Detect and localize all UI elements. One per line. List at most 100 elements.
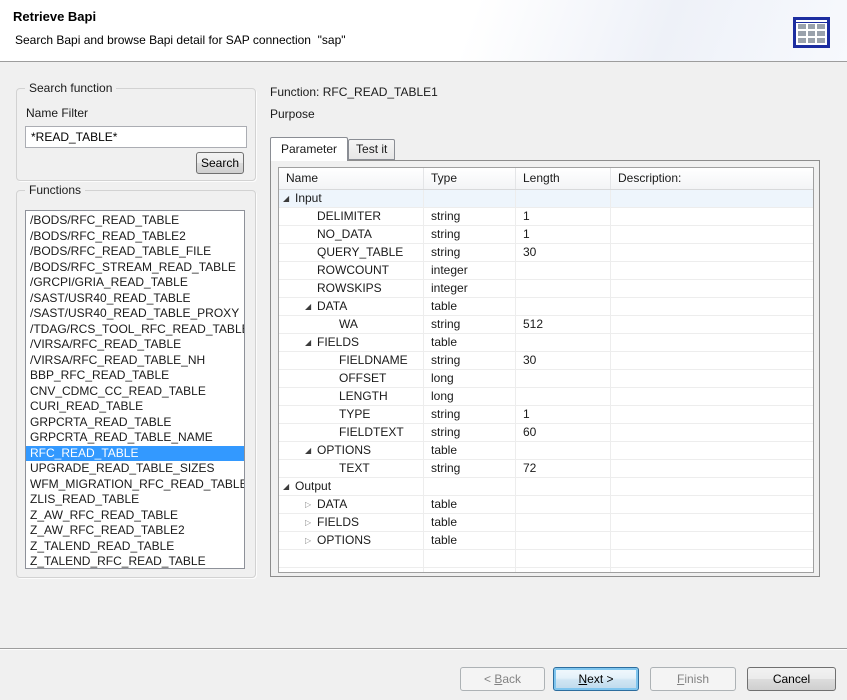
param-name: QUERY_TABLE [317, 245, 403, 259]
list-item[interactable]: Z_TALEND_READ_TABLE [26, 539, 244, 555]
param-length-cell: 60 [516, 424, 611, 441]
param-name: OPTIONS [317, 443, 371, 457]
param-description-cell [611, 244, 813, 261]
param-name-cell: DELIMITER [279, 208, 424, 225]
param-name-cell: TYPE [279, 406, 424, 423]
table-row[interactable]: ◢Input [279, 190, 813, 208]
back-button[interactable]: < Back [460, 667, 545, 691]
param-name: FIELDNAME [339, 353, 408, 367]
list-item[interactable]: /TDAG/RCS_TOOL_RFC_READ_TABLE [26, 322, 244, 338]
table-row[interactable]: ◢DATAtable [279, 298, 813, 316]
list-item[interactable]: Z_AW_RFC_READ_TABLE [26, 508, 244, 524]
list-item[interactable]: /BODS/RFC_STREAM_READ_TABLE [26, 260, 244, 276]
table-row[interactable]: ROWSKIPS integer [279, 280, 813, 298]
param-name-cell: FIELDTEXT [279, 424, 424, 441]
param-name: DATA [317, 299, 347, 313]
tab-test-it[interactable]: Test it [348, 139, 395, 160]
table-row[interactable]: TEXTstring72 [279, 460, 813, 478]
param-description-cell [611, 226, 813, 243]
table-row[interactable]: ◢Output [279, 478, 813, 496]
list-item[interactable]: Z_AW_RFC_READ_TABLE2 [26, 523, 244, 539]
list-item[interactable]: UPGRADE_READ_TABLE_SIZES [26, 461, 244, 477]
table-row[interactable]: QUERY_TABLEstring30 [279, 244, 813, 262]
finish-button[interactable]: Finish [650, 667, 736, 691]
param-name-cell: ▷FIELDS [279, 514, 424, 531]
param-name: NO_DATA [317, 227, 372, 241]
collapse-icon[interactable]: ◢ [283, 478, 295, 495]
list-item[interactable]: /BODS/RFC_READ_TABLE2 [26, 229, 244, 245]
table-row[interactable]: DELIMITERstring1 [279, 208, 813, 226]
param-length-cell [516, 370, 611, 387]
parameter-table-header: NameTypeLengthDescription: [279, 168, 813, 190]
param-description-cell [611, 424, 813, 441]
param-type-cell [424, 478, 516, 495]
list-item[interactable]: /BODS/RFC_READ_TABLE [26, 213, 244, 229]
param-description-cell [611, 388, 813, 405]
list-item[interactable]: /SAST/USR40_READ_TABLE_PROXY [26, 306, 244, 322]
table-row[interactable]: ROWCOUNTinteger [279, 262, 813, 280]
column-header-name[interactable]: Name [279, 168, 424, 189]
param-type-cell: string [424, 208, 516, 225]
table-row[interactable]: ▷DATAtable [279, 496, 813, 514]
name-filter-input[interactable] [25, 126, 247, 148]
cancel-button[interactable]: Cancel [747, 667, 836, 691]
collapse-icon[interactable]: ◢ [305, 442, 317, 459]
param-length-cell [516, 190, 611, 207]
table-row[interactable]: LENGTHlong [279, 388, 813, 406]
param-name: ROWSKIPS [317, 281, 382, 295]
search-button[interactable]: Search [196, 152, 244, 174]
list-item[interactable]: /BODS/RFC_READ_TABLE_FILE [26, 244, 244, 260]
collapse-icon[interactable]: ◢ [283, 190, 295, 207]
param-type-cell: string [424, 352, 516, 369]
tab-parameter[interactable]: Parameter [270, 137, 348, 161]
collapse-icon[interactable]: ◢ [305, 298, 317, 315]
expand-icon[interactable]: ▷ [305, 532, 317, 549]
table-grid-icon [793, 17, 830, 48]
table-row[interactable]: FIELDNAMEstring30 [279, 352, 813, 370]
name-filter-label: Name Filter [26, 106, 88, 120]
table-row[interactable]: TYPEstring1 [279, 406, 813, 424]
list-item[interactable]: ZLIS_READ_TABLE [26, 492, 244, 508]
column-header-type[interactable]: Type [424, 168, 516, 189]
expand-icon[interactable]: ▷ [305, 514, 317, 531]
param-description-cell [611, 532, 813, 549]
page-title: Retrieve Bapi [13, 9, 96, 24]
list-item[interactable]: GRPCRTA_READ_TABLE_NAME [26, 430, 244, 446]
param-type-cell: integer [424, 280, 516, 297]
param-type-cell: table [424, 496, 516, 513]
param-name: OFFSET [339, 371, 386, 385]
param-length-cell: 1 [516, 406, 611, 423]
column-header-description[interactable]: Description: [611, 168, 813, 189]
page-subtitle: Search Bapi and browse Bapi detail for S… [15, 33, 346, 47]
retrieve-bapi-dialog: Retrieve Bapi Search Bapi and browse Bap… [0, 0, 847, 700]
parameter-tab-panel: NameTypeLengthDescription: ◢InputDELIMIT… [270, 160, 820, 577]
column-header-length[interactable]: Length [516, 168, 611, 189]
list-item[interactable]: Z_TALEND_RFC_READ_TABLE [26, 554, 244, 569]
table-row[interactable]: OFFSETlong [279, 370, 813, 388]
table-row[interactable]: ▷OPTIONStable [279, 532, 813, 550]
list-item[interactable]: /VIRSA/RFC_READ_TABLE [26, 337, 244, 353]
table-row[interactable]: WAstring512 [279, 316, 813, 334]
expand-icon[interactable]: ▷ [305, 496, 317, 513]
list-item[interactable]: /VIRSA/RFC_READ_TABLE_NH [26, 353, 244, 369]
function-name-line: Function: RFC_READ_TABLE1 [270, 85, 438, 99]
list-item[interactable]: WFM_MIGRATION_RFC_READ_TABLE [26, 477, 244, 493]
table-row[interactable]: NO_DATAstring1 [279, 226, 813, 244]
param-type-cell: table [424, 442, 516, 459]
param-name-cell: LENGTH [279, 388, 424, 405]
table-row[interactable]: FIELDTEXTstring60 [279, 424, 813, 442]
collapse-icon[interactable]: ◢ [305, 334, 317, 351]
param-length-cell [516, 514, 611, 531]
table-row[interactable]: ◢FIELDStable [279, 334, 813, 352]
next-button[interactable]: Next > [553, 667, 639, 691]
list-item[interactable]: RFC_READ_TABLE [26, 446, 244, 462]
list-item[interactable]: GRPCRTA_READ_TABLE [26, 415, 244, 431]
table-row[interactable]: ◢OPTIONS table [279, 442, 813, 460]
list-item[interactable]: BBP_RFC_READ_TABLE [26, 368, 244, 384]
list-item[interactable]: /GRCPI/GRIA_READ_TABLE [26, 275, 244, 291]
functions-list[interactable]: /BODS/RFC_READ_TABLE/BODS/RFC_READ_TABLE… [25, 210, 245, 569]
list-item[interactable]: CURI_READ_TABLE [26, 399, 244, 415]
table-row[interactable]: ▷FIELDStable [279, 514, 813, 532]
list-item[interactable]: CNV_CDMC_CC_READ_TABLE [26, 384, 244, 400]
list-item[interactable]: /SAST/USR40_READ_TABLE [26, 291, 244, 307]
